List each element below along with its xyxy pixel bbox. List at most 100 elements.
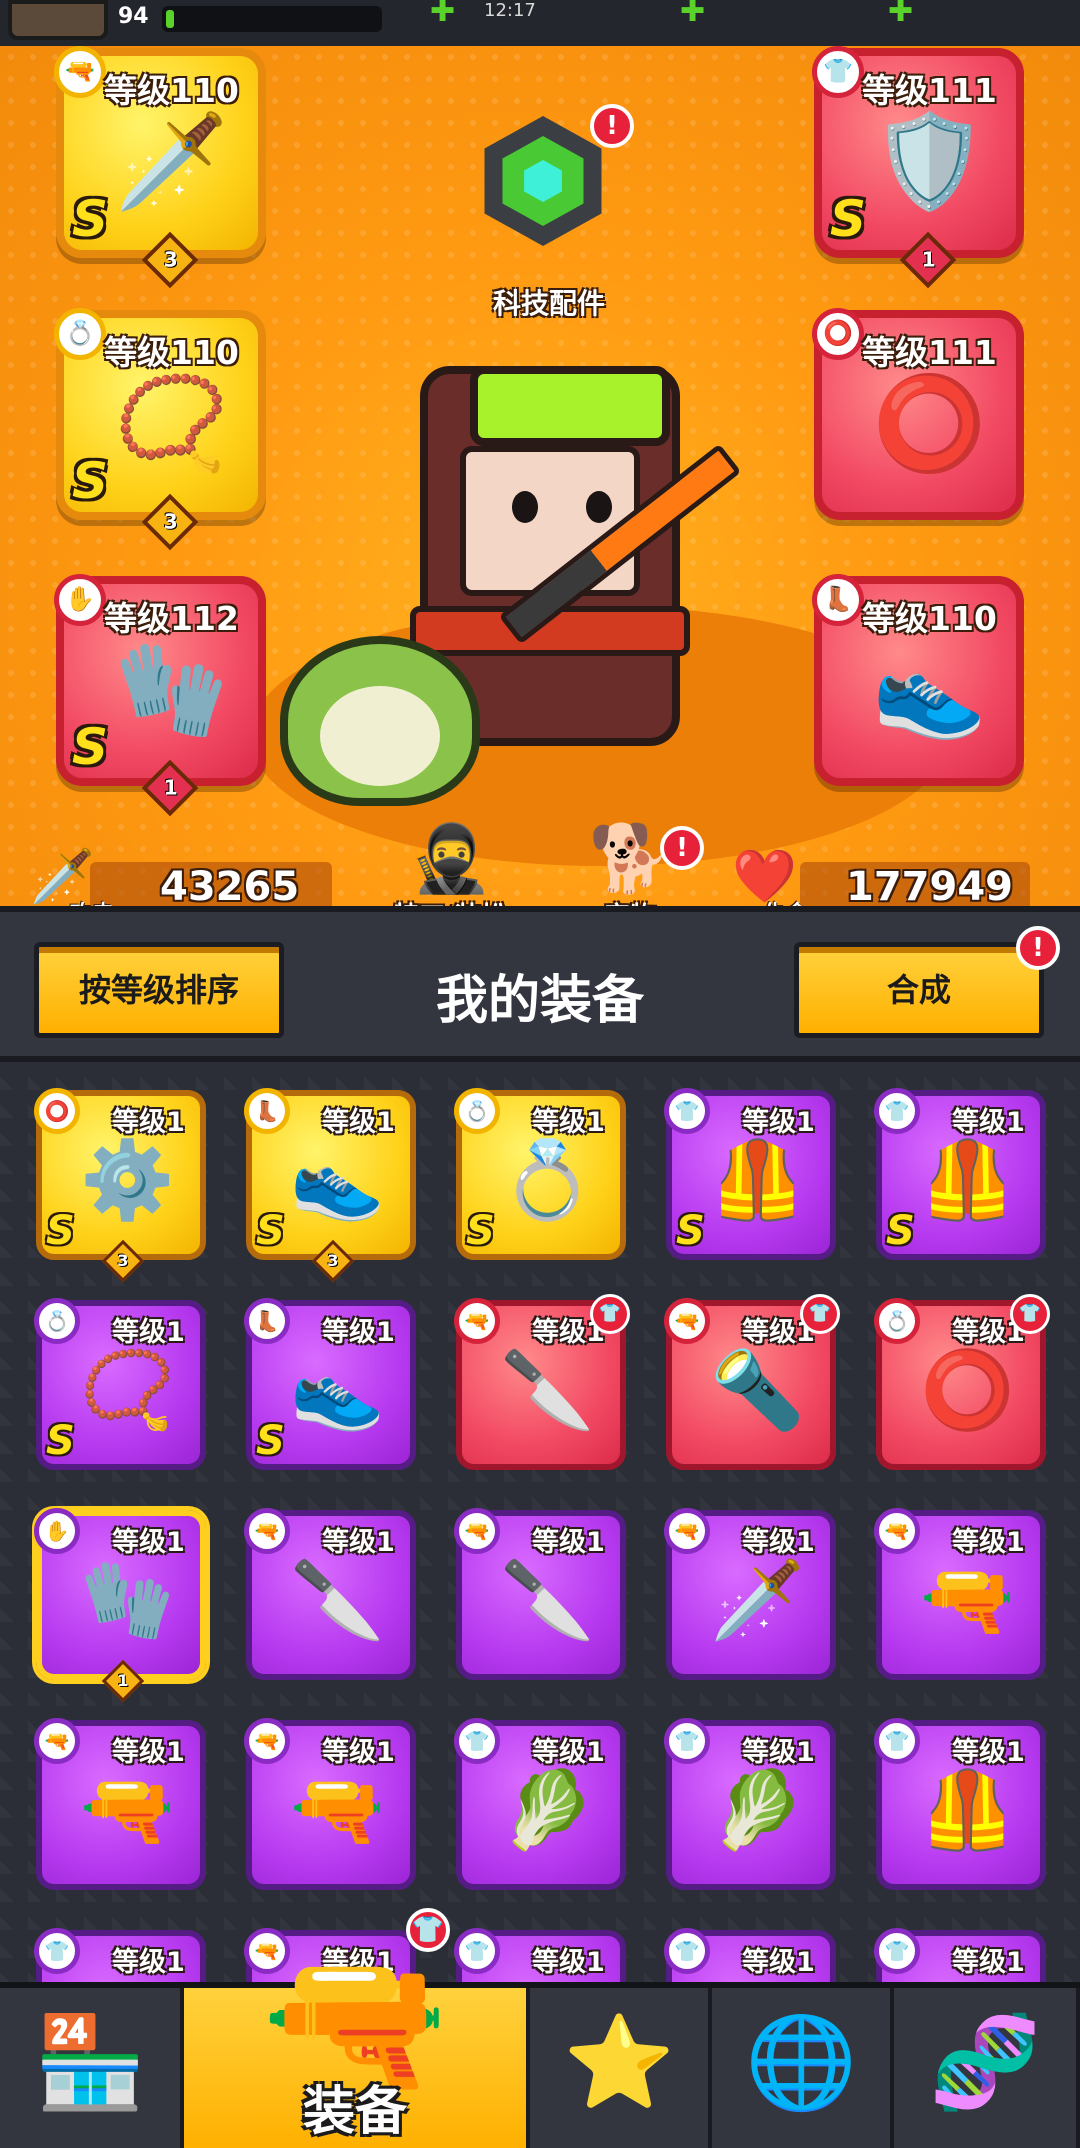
- inventory-item[interactable]: 👢 等级1 👟 S: [244, 1298, 416, 1470]
- equipment-grid[interactable]: ⭕ 等级1 ⚙️ S 3 👢 等级1 👟 S 3 💍 等级1 💍 S 👕 等级1 🦺 S 👕 等级1 🦺 S 💍 等级1 📿 S 👢…: [0, 1062, 1080, 1982]
- star-count: 1: [117, 1671, 129, 1690]
- item-type-icon: 👕: [454, 1718, 500, 1764]
- item-type-icon: 🔫: [874, 1508, 920, 1554]
- inventory-item[interactable]: 👕 等级1: [664, 1928, 836, 1982]
- item-level: 等级1: [322, 1107, 395, 1138]
- item-level: 等级1: [112, 1527, 185, 1558]
- inventory-item[interactable]: 🔫 等级1 🔫: [244, 1718, 416, 1890]
- inventory-item[interactable]: 👕 等级1: [34, 1928, 206, 1982]
- inventory-item[interactable]: 🔫 等级1 🔪 👕: [454, 1294, 630, 1470]
- new-item-badge: 👕: [590, 1294, 630, 1334]
- item-type-icon: ✋: [34, 1508, 80, 1554]
- item-icon: 🥬: [710, 1765, 805, 1854]
- inventory-item[interactable]: 🔫 等级1 🔫: [34, 1718, 206, 1890]
- alert-badge: !: [1016, 926, 1060, 970]
- item-icon: 🦺: [920, 1765, 1015, 1854]
- inventory-item[interactable]: 👕 等级1 🥬: [664, 1718, 836, 1890]
- item-type-icon: 🔫: [454, 1508, 500, 1554]
- inventory-item[interactable]: 🔫 等级1 🔦 👕: [664, 1294, 840, 1470]
- new-item-badge: 👕: [1010, 1294, 1050, 1334]
- item-level: 等级1: [742, 1107, 815, 1138]
- nav-equipment-label: 装备: [302, 2082, 407, 2142]
- item-icon: 📿: [114, 370, 229, 477]
- equipped-item-slot[interactable]: ⭕ 等级111 ⭕: [812, 308, 1024, 520]
- slot-type-icon: ✋: [54, 574, 106, 626]
- inventory-item[interactable]: 💍 等级1 ⭕ 👕: [874, 1294, 1050, 1470]
- item-level: 等级1: [112, 1107, 185, 1138]
- nav-shop[interactable]: 🏪: [0, 1988, 184, 2148]
- item-icon: ⚙️: [80, 1135, 175, 1224]
- item-level: 等级1: [532, 1527, 605, 1558]
- merge-button[interactable]: 合成: [794, 942, 1044, 1038]
- status-bar: 94 ✚ 12:17 ✚ ✚: [0, 0, 1080, 46]
- item-icon: 🔪: [500, 1345, 595, 1434]
- inventory-item[interactable]: 👢 等级1 👟 S 3: [244, 1088, 416, 1283]
- inventory-item[interactable]: ✋ 等级1 🧤 1: [34, 1508, 206, 1703]
- equipment-title: 我的装备: [435, 971, 644, 1031]
- equipped-item-slot[interactable]: 💍 等级110 📿 S 3: [54, 308, 266, 551]
- inventory-item[interactable]: 🔫 等级1 🗡️: [664, 1508, 836, 1680]
- inventory-item[interactable]: ⭕ 等级1 ⚙️ S 3: [34, 1088, 206, 1283]
- character-face: [460, 446, 640, 596]
- item-type-icon: 👕: [874, 1718, 920, 1764]
- inventory-item[interactable]: 💍 等级1 📿 S: [34, 1298, 206, 1470]
- item-type-icon: 👕: [874, 1928, 920, 1974]
- inventory-item[interactable]: 🔫 等级1 🔪: [454, 1508, 626, 1680]
- clock: 12:17: [484, 0, 536, 21]
- tech-part-button[interactable]: ! 科技配件: [470, 104, 634, 320]
- plus-icon[interactable]: ✚: [888, 0, 913, 29]
- equipped-item-slot[interactable]: 👕 等级111 🛡️ S 1: [812, 46, 1024, 289]
- item-level: 等级1: [532, 1107, 605, 1138]
- inventory-item[interactable]: 👕 等级1 🥬: [454, 1718, 626, 1890]
- item-icon: 🗡️: [114, 108, 229, 215]
- grade-badge: S: [72, 718, 109, 776]
- item-icon: 👟: [290, 1345, 385, 1434]
- item-icon: 🗡️: [710, 1555, 805, 1644]
- inventory-item[interactable]: 👕 等级1 🦺: [874, 1718, 1046, 1890]
- sort-by-level-button[interactable]: 按等级排序: [34, 942, 284, 1038]
- slot-type-icon: ⭕: [812, 308, 864, 360]
- bottom-nav: 🏪 🔫 装备 👕 ⭐ 🌐 🧬: [0, 1908, 1080, 2148]
- item-level: 等级1: [112, 1737, 185, 1768]
- inventory-item[interactable]: 👕 等级1 🦺 S: [874, 1088, 1046, 1260]
- character-eye: [512, 491, 538, 523]
- character-eye: [586, 491, 612, 523]
- grade-badge: S: [256, 1418, 285, 1464]
- player-level: 94: [118, 4, 149, 29]
- character-panel: 🔫 等级110 🗡️ S 3 💍 等级110 📿 S 3 ✋ 等级112 🧤 S 1 👕 等级111 🛡️ S 1 ⭕…: [0, 46, 1080, 906]
- nav-evolve[interactable]: 🧬: [894, 1988, 1080, 2148]
- item-type-icon: 👕: [664, 1718, 710, 1764]
- item-level: 等级112: [104, 599, 239, 638]
- nav-events[interactable]: 🌐: [712, 1988, 894, 2148]
- item-level: 等级1: [112, 1947, 185, 1978]
- plus-icon[interactable]: ✚: [430, 0, 455, 29]
- item-icon: 🔫: [80, 1765, 175, 1854]
- plus-icon[interactable]: ✚: [680, 0, 705, 29]
- item-level: 等级1: [742, 1527, 815, 1558]
- inventory-item[interactable]: 👕 等级1: [874, 1928, 1046, 1982]
- nav-equipment[interactable]: 🔫 装备 👕: [184, 1908, 530, 2148]
- item-level: 等级1: [742, 1737, 815, 1768]
- pet-button[interactable]: 🐕 宠物 !: [580, 826, 704, 906]
- item-level: 等级1: [322, 1737, 395, 1768]
- tech-part-label: 科技配件: [492, 287, 605, 320]
- player-avatar[interactable]: [8, 0, 108, 40]
- inventory-item[interactable]: 💍 等级1 💍 S: [454, 1088, 626, 1260]
- equipped-item-slot[interactable]: 👢 等级110 👟: [812, 574, 1024, 786]
- item-level: 等级1: [532, 1947, 605, 1978]
- grade-badge: S: [886, 1208, 915, 1254]
- nav-battle[interactable]: ⭐: [530, 1988, 712, 2148]
- equipped-item-slot[interactable]: 🔫 等级110 🗡️ S 3: [54, 46, 266, 289]
- item-icon: 🥬: [500, 1765, 595, 1854]
- hp-value: 177949: [846, 864, 1013, 906]
- nav-evolve-icon: 🧬: [928, 2010, 1042, 2115]
- item-level: 等级1: [322, 1527, 395, 1558]
- inventory-item[interactable]: 🔫 等级1 🔫: [874, 1508, 1046, 1680]
- agent-outfit-button[interactable]: 🥷 特工/装扮: [380, 826, 520, 907]
- equipped-item-slot[interactable]: ✋ 等级112 🧤 S 1: [54, 574, 266, 817]
- item-level: 等级1: [742, 1947, 815, 1978]
- inventory-item[interactable]: 🔫 等级1 🔪: [244, 1508, 416, 1680]
- star-badge: 1: [101, 1659, 145, 1703]
- inventory-item[interactable]: 👕 等级1 🦺 S: [664, 1088, 836, 1260]
- item-type-icon: 🔫: [454, 1298, 500, 1344]
